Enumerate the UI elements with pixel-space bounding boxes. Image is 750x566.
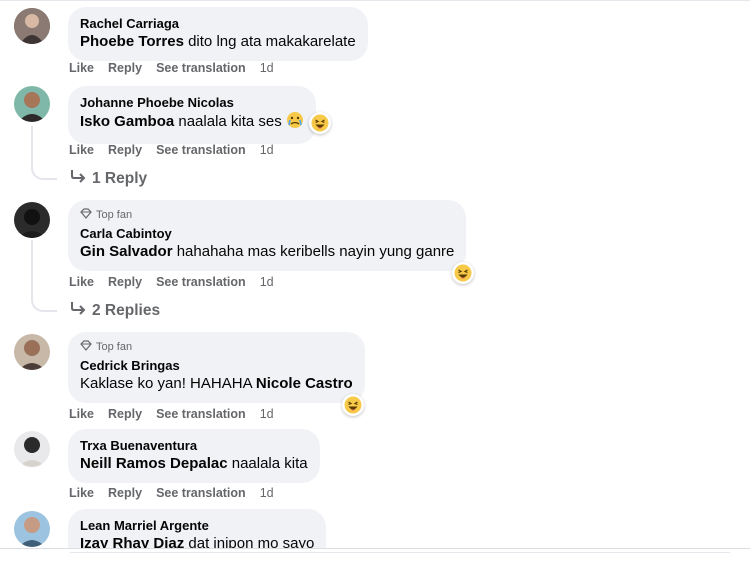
crying-emoji-icon bbox=[286, 111, 304, 135]
comment-timestamp[interactable]: 1d bbox=[260, 61, 274, 75]
comment-author[interactable]: Rachel Carriaga bbox=[80, 15, 356, 32]
thread-connector bbox=[31, 162, 57, 180]
haha-reaction-icon[interactable] bbox=[452, 262, 474, 284]
comment-author[interactable]: Johanne Phoebe Nicolas bbox=[80, 94, 304, 111]
comment-timestamp[interactable]: 1d bbox=[260, 275, 274, 289]
reply-button[interactable]: Reply bbox=[108, 61, 142, 75]
haha-reaction-icon[interactable] bbox=[342, 394, 364, 416]
composer-divider bbox=[70, 552, 730, 553]
thread-line bbox=[31, 126, 33, 164]
comment-bubble: Top fan Cedrick Bringas Kaklase ko yan! … bbox=[68, 332, 365, 403]
replies-count[interactable]: 2 Replies bbox=[92, 302, 160, 320]
mention-link[interactable]: Nicole Castro bbox=[256, 375, 353, 392]
comment-actions: Like Reply See translation 1d bbox=[69, 486, 274, 500]
comment-timestamp[interactable]: 1d bbox=[260, 407, 274, 421]
comment-bubble: Trxa Buenaventura Neill Ramos Depalac na… bbox=[68, 429, 320, 483]
comment-author[interactable]: Cedrick Bringas bbox=[80, 357, 353, 374]
see-translation-button[interactable]: See translation bbox=[156, 486, 246, 500]
thread-connector bbox=[31, 294, 57, 312]
diamond-icon bbox=[80, 340, 92, 354]
see-translation-button[interactable]: See translation bbox=[156, 275, 246, 289]
avatar[interactable] bbox=[14, 334, 50, 370]
badge-label: Top fan bbox=[96, 341, 133, 353]
top-divider bbox=[0, 0, 750, 1]
like-button[interactable]: Like bbox=[69, 61, 94, 75]
like-button[interactable]: Like bbox=[69, 486, 94, 500]
comment-text: dito lng ata makakarelate bbox=[183, 33, 356, 50]
mention-link[interactable]: Isko Gamboa bbox=[80, 113, 174, 130]
comment-bubble: Top fan Carla Cabintoy Gin Salvador haha… bbox=[68, 200, 467, 271]
comment-actions: Like Reply See translation 1d bbox=[69, 61, 274, 75]
top-fan-badge[interactable]: Top fan bbox=[80, 208, 454, 222]
avatar[interactable] bbox=[14, 511, 50, 547]
comment-timestamp[interactable]: 1d bbox=[260, 143, 274, 157]
haha-reaction-icon[interactable] bbox=[309, 112, 331, 134]
top-fan-badge[interactable]: Top fan bbox=[80, 340, 353, 354]
comment-text: naalala kita ses bbox=[174, 113, 282, 130]
reply-button[interactable]: Reply bbox=[108, 143, 142, 157]
comment-text: hahahaha mas keribells nayin yung ganre bbox=[172, 243, 455, 260]
like-button[interactable]: Like bbox=[69, 275, 94, 289]
view-replies-link[interactable]: 2 Replies bbox=[70, 301, 160, 320]
avatar[interactable] bbox=[14, 431, 50, 467]
avatar[interactable] bbox=[14, 8, 50, 44]
comment-composer-bar bbox=[0, 548, 750, 566]
like-button[interactable]: Like bbox=[69, 143, 94, 157]
replies-count[interactable]: 1 Reply bbox=[92, 170, 147, 188]
comment-actions: Like Reply See translation 1d bbox=[69, 407, 274, 421]
comment-text: Kaklase ko yan! HAHAHA bbox=[80, 375, 256, 392]
comment-author[interactable]: Lean Marriel Argente bbox=[80, 517, 314, 534]
thread-line bbox=[31, 240, 33, 296]
avatar[interactable] bbox=[14, 86, 50, 122]
badge-label: Top fan bbox=[96, 209, 133, 221]
mention-link[interactable]: Neill Ramos Depalac bbox=[80, 455, 228, 472]
see-translation-button[interactable]: See translation bbox=[156, 407, 246, 421]
reply-button[interactable]: Reply bbox=[108, 275, 142, 289]
reply-button[interactable]: Reply bbox=[108, 407, 142, 421]
see-translation-button[interactable]: See translation bbox=[156, 143, 246, 157]
comment-text: naalala kita bbox=[227, 455, 308, 472]
comment-bubble: Rachel Carriaga Phoebe Torres dito lng a… bbox=[68, 7, 368, 61]
like-button[interactable]: Like bbox=[69, 407, 94, 421]
comment-actions: Like Reply See translation 1d bbox=[69, 275, 274, 289]
comment-author[interactable]: Carla Cabintoy bbox=[80, 225, 454, 242]
comment-author[interactable]: Trxa Buenaventura bbox=[80, 437, 308, 454]
view-replies-link[interactable]: 1 Reply bbox=[70, 169, 147, 188]
avatar[interactable] bbox=[14, 202, 50, 238]
reply-arrow-icon bbox=[70, 169, 86, 188]
comment-timestamp[interactable]: 1d bbox=[260, 486, 274, 500]
mention-link[interactable]: Phoebe Torres bbox=[80, 33, 184, 50]
comment-bubble: Johanne Phoebe Nicolas Isko Gamboa naala… bbox=[68, 86, 316, 144]
mention-link[interactable]: Gin Salvador bbox=[80, 243, 173, 260]
comment-actions: Like Reply See translation 1d bbox=[69, 143, 274, 157]
reply-arrow-icon bbox=[70, 301, 86, 320]
see-translation-button[interactable]: See translation bbox=[156, 61, 246, 75]
reply-button[interactable]: Reply bbox=[108, 486, 142, 500]
diamond-icon bbox=[80, 208, 92, 222]
